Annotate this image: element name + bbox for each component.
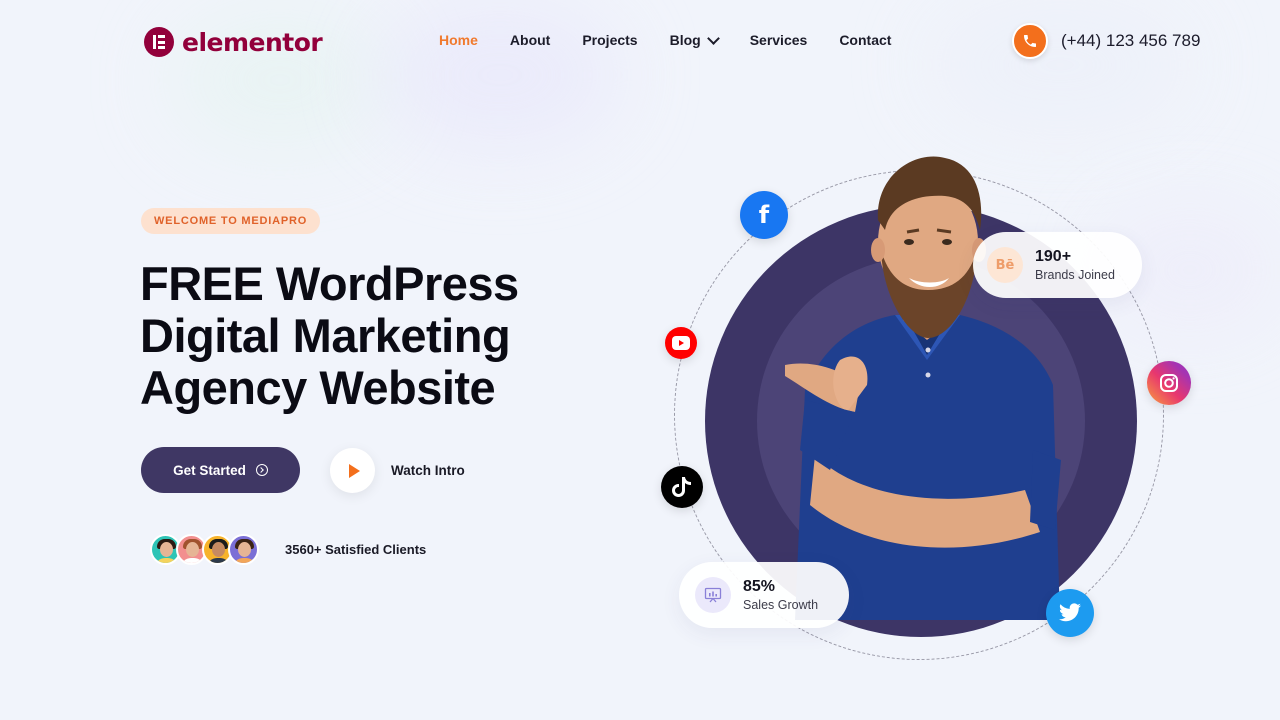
phone-contact[interactable]: (+44) 123 456 789	[1012, 23, 1200, 59]
phone-icon[interactable]	[1012, 23, 1048, 59]
twitter-icon[interactable]	[1046, 589, 1094, 637]
satisfied-clients-text: 3560+ Satisfied Clients	[285, 542, 427, 557]
get-started-button[interactable]: Get Started	[141, 447, 300, 493]
nav-item-blog[interactable]: Blog	[669, 31, 720, 48]
nav-item-home[interactable]: Home	[439, 32, 478, 48]
facebook-icon[interactable]: f	[740, 191, 788, 239]
sales-growth-label: Sales Growth	[743, 598, 819, 612]
nav-item-services[interactable]: Services	[750, 32, 808, 48]
behance-icon: Bē	[987, 247, 1023, 283]
hero-title: FREE WordPress Digital Marketing Agency …	[140, 258, 610, 414]
sales-growth-card: 85% Sales Growth	[679, 562, 849, 628]
nav-item-blog-label: Blog	[669, 32, 701, 48]
brand-logo[interactable]: elementor	[144, 27, 323, 57]
brands-joined-card: Bē 190+ Brands Joined	[973, 232, 1142, 298]
brands-count: 190+	[1035, 248, 1072, 265]
presentation-chart-icon	[695, 577, 731, 613]
avatar	[228, 534, 259, 565]
instagram-icon[interactable]	[1147, 361, 1191, 405]
client-avatars	[150, 534, 259, 565]
brands-label: Brands Joined	[1035, 268, 1115, 282]
brand-name: elementor	[182, 27, 323, 57]
nav-item-about[interactable]: About	[510, 32, 550, 48]
welcome-badge: WELCOME TO MEDIAPRO	[141, 208, 321, 234]
get-started-label: Get Started	[173, 462, 246, 478]
nav-item-projects[interactable]: Projects	[582, 32, 637, 48]
hero-title-line: Agency Website	[140, 361, 496, 414]
nav-item-contact[interactable]: Contact	[839, 32, 891, 48]
play-icon[interactable]	[330, 448, 375, 493]
phone-number[interactable]: (+44) 123 456 789	[1061, 31, 1200, 51]
sales-growth-value: 85%	[743, 578, 776, 595]
watch-intro-label: Watch Intro	[391, 463, 465, 478]
youtube-icon[interactable]	[665, 327, 697, 359]
hero-title-line: FREE WordPress	[140, 257, 519, 310]
tiktok-icon[interactable]	[661, 466, 703, 508]
chevron-down-icon	[706, 31, 720, 45]
arrow-circle-icon	[255, 464, 268, 476]
main-nav: Home About Projects Blog Services Contac…	[439, 31, 891, 48]
hero-title-line: Digital Marketing	[140, 309, 511, 362]
elementor-logo-icon	[144, 27, 174, 57]
watch-intro-button[interactable]: Watch Intro	[330, 448, 465, 493]
